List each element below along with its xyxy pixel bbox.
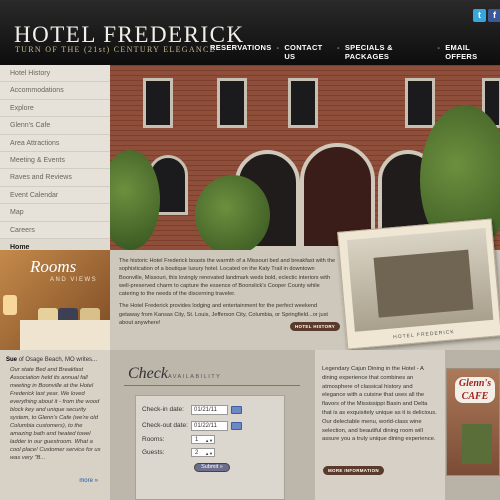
checkin-label: Check-in date: (142, 406, 184, 413)
chevron-down-icon: ▲▼ (205, 451, 213, 456)
review-author: Sue (6, 357, 18, 363)
intro-text: The historic Hotel Frederick boasts the … (119, 257, 339, 331)
nav-reservations[interactable]: RESERVATIONS (210, 43, 272, 61)
window (288, 78, 318, 128)
facebook-icon[interactable]: f (488, 9, 500, 22)
sidebar-item-glenns-cafe[interactable]: Glenn's Cafe (0, 117, 110, 135)
nav-separator: - (437, 43, 441, 52)
cajun-dining-text: Legendary Cajun Dining in the Hotel - A … (322, 366, 437, 443)
guest-review: Sue of Osage Beach, MO writes... Our sta… (0, 350, 110, 500)
rooms-title: Rooms (30, 257, 77, 276)
review-location: of Osage Beach, MO writes... (18, 357, 98, 363)
rooms-label: Rooms: (142, 436, 165, 443)
rooms-select[interactable]: 1 ▲▼ (191, 435, 215, 444)
nav-separator: - (276, 43, 280, 52)
calendar-icon[interactable] (231, 422, 242, 430)
checkout-label: Check-out date: (142, 422, 188, 429)
rooms-subtitle: AND VIEWS (50, 277, 98, 283)
review-text: Our state Bed and Breakfast Association … (10, 367, 101, 461)
window (143, 78, 173, 128)
sidebar-item-event-calendar[interactable]: Event Calendar (0, 187, 110, 205)
review-more-link[interactable]: more » (79, 478, 98, 484)
nav-contact-us[interactable]: CONTACT US (284, 43, 332, 61)
cafe-window (462, 424, 492, 464)
twitter-icon[interactable]: t (473, 9, 486, 22)
postcard-image (346, 228, 494, 332)
intro-section: The historic Hotel Frederick boasts the … (110, 218, 500, 350)
window (217, 78, 247, 128)
check-availability-title: Check (128, 365, 168, 382)
check-availability-subtitle: AVAILABILITY (168, 374, 222, 380)
guests-select-value: 2 (195, 450, 199, 456)
check-availability-panel: Check AVAILABILITY Check-in date: 01/21/… (110, 350, 315, 500)
rooms-select-value: 1 (195, 437, 199, 443)
tree (195, 175, 270, 250)
guests-select[interactable]: 2 ▲▼ (191, 448, 215, 457)
historic-building (373, 249, 474, 318)
checkin-date-input[interactable]: 01/21/11 (191, 405, 228, 415)
sidebar-item-map[interactable]: Map (0, 204, 110, 222)
intro-paragraph-1: The historic Hotel Frederick boasts the … (119, 258, 336, 298)
review-header: Sue of Osage Beach, MO writes... (6, 357, 104, 363)
glenns-cafe-photo[interactable]: Glenn's CAFE (446, 368, 500, 476)
nav-specials-packages[interactable]: SPECIALS & PACKAGES (345, 43, 433, 61)
sidebar-item-raves-reviews[interactable]: Raves and Reviews (0, 169, 110, 187)
calendar-icon[interactable] (231, 406, 242, 414)
submit-button[interactable]: Submit » (194, 463, 230, 472)
cafe-sign: Glenn's CAFE (455, 377, 495, 403)
sidebar-item-hotel-history[interactable]: Hotel History (0, 65, 110, 83)
divider (124, 385, 300, 386)
cajun-dining-section: Legendary Cajun Dining in the Hotel - A … (315, 350, 445, 500)
site-header: HOTEL FREDERICK TURN OF THE (21st) CENTU… (0, 0, 500, 65)
sidebar-item-accommodations[interactable]: Accommodations (0, 82, 110, 100)
sidebar-item-area-attractions[interactable]: Area Attractions (0, 135, 110, 152)
lamp (3, 295, 17, 315)
availability-form: Check-in date: 01/21/11 Check-out date: … (135, 395, 285, 500)
top-navigation: RESERVATIONS - CONTACT US - SPECIALS & P… (210, 43, 500, 61)
sidebar-nav: Hotel History Accommodations Explore Gle… (0, 65, 110, 257)
checkout-date-input[interactable]: 01/22/11 (191, 421, 228, 431)
nav-email-offers[interactable]: EMAIL OFFERS (445, 43, 500, 61)
guests-label: Guests: (142, 449, 165, 456)
sidebar-item-explore[interactable]: Explore (0, 100, 110, 118)
sidebar-item-meeting-events[interactable]: Meeting & Events (0, 152, 110, 170)
rooms-and-views-promo[interactable]: Rooms AND VIEWS (0, 250, 110, 350)
historic-postcard-photo: HOTEL FREDERICK (337, 218, 500, 350)
chevron-down-icon: ▲▼ (205, 438, 213, 443)
nav-separator: - (337, 43, 340, 52)
bottom-section: Sue of Osage Beach, MO writes... Our sta… (0, 350, 500, 500)
sidebar-item-careers[interactable]: Careers (0, 222, 110, 239)
window (405, 78, 435, 128)
hotel-history-button[interactable]: HOTEL HISTORY (290, 322, 341, 331)
bed (20, 320, 110, 350)
more-information-button[interactable]: MORE INFORMATION (323, 466, 384, 475)
hotel-logo-tagline: TURN OF THE (21st) CENTURY ELEGANCE (15, 45, 216, 54)
